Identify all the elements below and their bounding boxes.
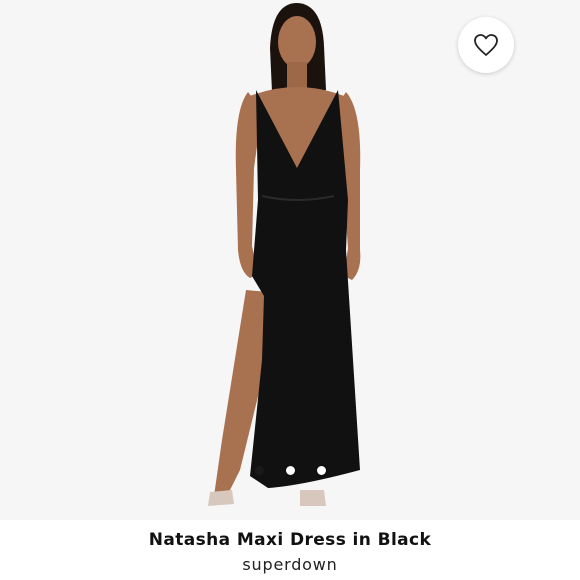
carousel-dot-2[interactable] [285, 465, 295, 475]
product-image-area [0, 0, 580, 520]
heart-outline-icon [474, 34, 498, 56]
favorite-button[interactable] [458, 17, 514, 73]
product-image [208, 3, 361, 506]
carousel-dots [0, 463, 580, 477]
product-title: Natasha Maxi Dress in Black [148, 530, 432, 550]
carousel-dot-1[interactable] [254, 465, 264, 475]
product-brand[interactable]: superdown [0, 555, 580, 574]
carousel-dot-3[interactable] [316, 465, 326, 475]
